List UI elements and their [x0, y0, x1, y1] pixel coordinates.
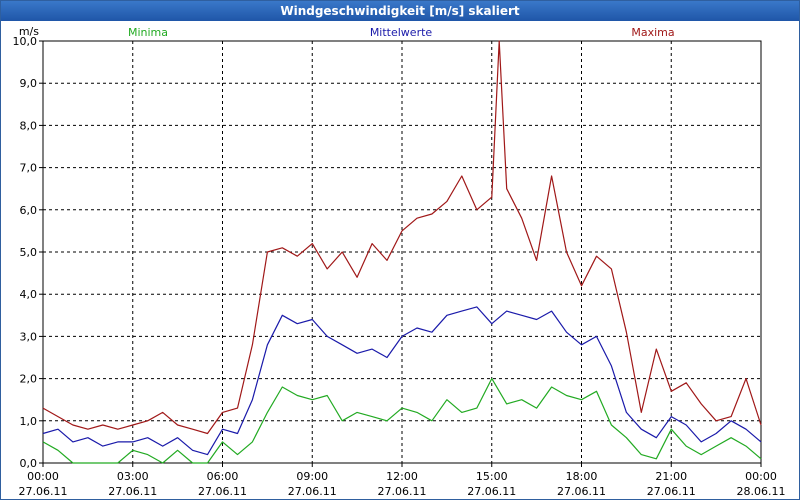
x-tick-time-label: 15:00: [476, 470, 508, 483]
y-tick-label: 5,0: [20, 246, 38, 259]
x-tick-date-label: 27.06.11: [467, 485, 516, 498]
x-tick-time-label: 12:00: [386, 470, 418, 483]
y-tick-label: 7,0: [20, 162, 38, 175]
x-tick-time-label: 03:00: [117, 470, 149, 483]
y-tick-label: 4,0: [20, 288, 38, 301]
wind-speed-chart: 0,01,02,03,04,05,06,07,08,09,010,000:002…: [13, 25, 786, 498]
x-tick-date-label: 27.06.11: [198, 485, 247, 498]
y-tick-label: 8,0: [20, 119, 38, 132]
legend-mittelwerte: Mittelwerte: [370, 26, 433, 39]
x-tick-date-label: 27.06.11: [647, 485, 696, 498]
x-tick-date-label: 27.06.11: [108, 485, 157, 498]
y-tick-label: 1,0: [20, 415, 38, 428]
y-tick-label: 2,0: [20, 373, 38, 386]
y-tick-label: 0,0: [20, 457, 38, 470]
x-tick-time-label: 09:00: [296, 470, 328, 483]
x-tick-date-label: 28.06.11: [737, 485, 786, 498]
x-tick-time-label: 00:00: [27, 470, 59, 483]
x-tick-time-label: 00:00: [745, 470, 777, 483]
x-tick-date-label: 27.06.11: [288, 485, 337, 498]
y-tick-label: 6,0: [20, 204, 38, 217]
x-tick-time-label: 21:00: [655, 470, 687, 483]
x-tick-time-label: 06:00: [207, 470, 239, 483]
x-tick-date-label: 27.06.11: [557, 485, 606, 498]
y-tick-label: 9,0: [20, 77, 38, 90]
window-title: Windgeschwindigkeit [m/s] skaliert: [1, 1, 799, 21]
x-tick-date-label: 27.06.11: [19, 485, 68, 498]
x-tick-date-label: 27.06.11: [378, 485, 427, 498]
legend-minima: Minima: [128, 26, 168, 39]
chart-window: Windgeschwindigkeit [m/s] skaliert 0,0 1,…: [0, 0, 800, 500]
y-tick-label: 3,0: [20, 330, 38, 343]
y-axis-label: m/s: [19, 25, 39, 38]
x-tick-time-label: 18:00: [566, 470, 598, 483]
legend-maxima: Maxima: [631, 26, 674, 39]
